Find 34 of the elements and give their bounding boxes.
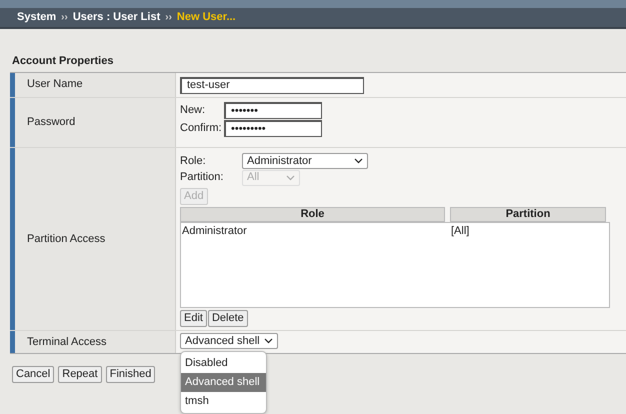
field-label: Terminal Access bbox=[10, 330, 176, 353]
field-label: Role: bbox=[180, 154, 207, 169]
field-label: Partition: bbox=[180, 170, 224, 186]
field-label: Partition Access bbox=[10, 148, 176, 330]
dropdown-option[interactable]: tmsh bbox=[181, 392, 266, 411]
field-label: Password bbox=[10, 98, 176, 147]
section-title: Account Properties bbox=[11, 54, 114, 69]
role-dropdown[interactable]: Administrator bbox=[242, 153, 368, 169]
separator: ›› bbox=[61, 11, 68, 25]
text-field[interactable]: test-user bbox=[180, 76, 364, 94]
table-cell-text: [All] bbox=[451, 224, 470, 239]
breadcrumb-link[interactable]: System bbox=[17, 9, 56, 26]
column-header: Partition bbox=[450, 206, 606, 222]
password-field[interactable]: ••••••••• bbox=[224, 120, 322, 137]
caret-icon bbox=[286, 174, 295, 180]
form-button[interactable]: Finished bbox=[106, 366, 156, 383]
form-button[interactable]: Repeat bbox=[58, 366, 102, 383]
field-label: User Name bbox=[10, 72, 176, 97]
dropdown-option[interactable]: Disabled bbox=[181, 354, 266, 373]
caret-icon bbox=[264, 338, 273, 344]
breadcrumb-link[interactable]: Users : User List bbox=[72, 9, 160, 26]
dropdown-option[interactable]: Advanced shell bbox=[181, 372, 266, 392]
breadcrumb-current: New User... bbox=[176, 10, 236, 26]
column-header: Role bbox=[180, 206, 445, 222]
delete-button[interactable]: Delete bbox=[208, 310, 248, 327]
edit-button[interactable]: Edit bbox=[180, 310, 207, 327]
password-field[interactable]: ••••••• bbox=[224, 102, 322, 119]
shell-dropdown[interactable]: Advanced shell bbox=[180, 333, 278, 349]
table-cell-text: Administrator bbox=[181, 224, 248, 239]
separator: ›› bbox=[165, 11, 172, 25]
field-label: New: bbox=[180, 103, 206, 118]
field-label: Confirm: bbox=[180, 121, 223, 136]
caret-icon bbox=[354, 158, 363, 164]
form-button[interactable]: Cancel bbox=[12, 366, 54, 383]
